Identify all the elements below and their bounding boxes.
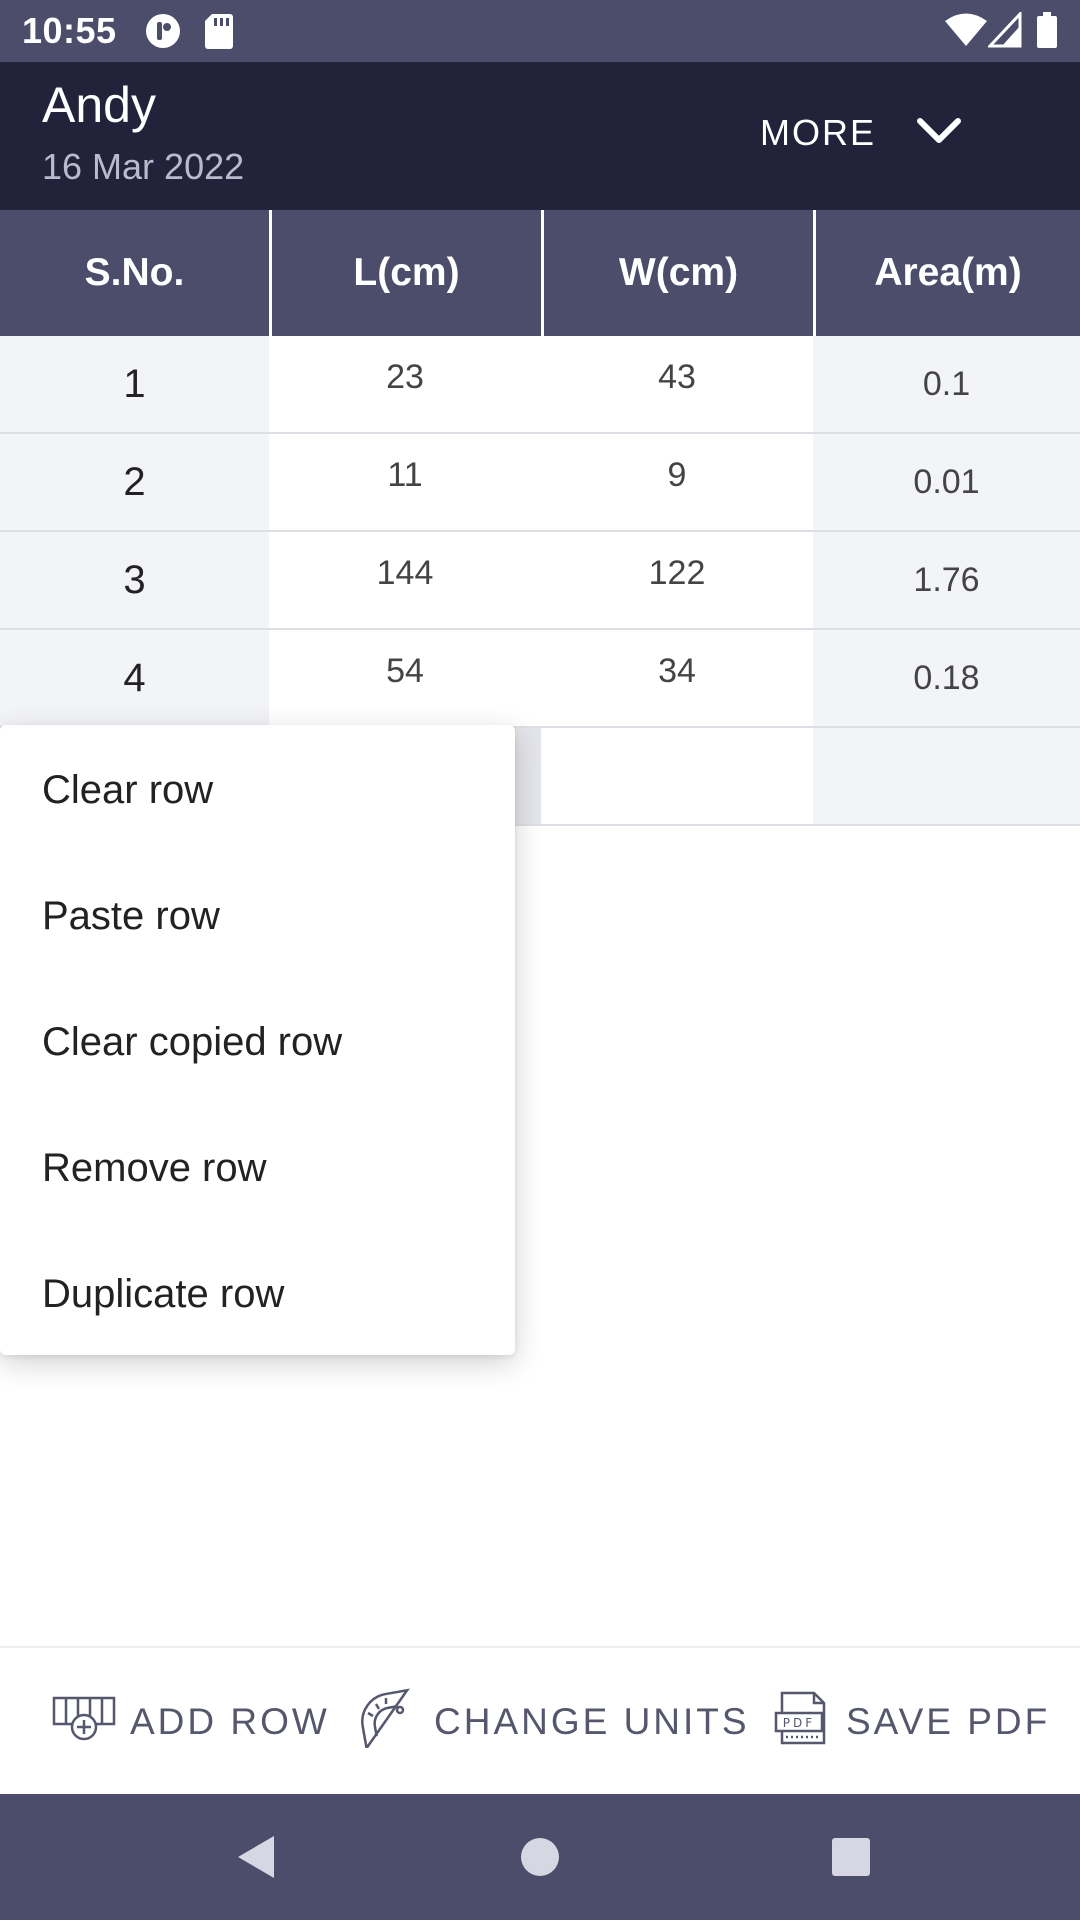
menu-item-remove-row[interactable]: Remove row xyxy=(0,1105,515,1231)
cell-length[interactable]: 54 xyxy=(269,630,541,726)
menu-item-clear-row[interactable]: Clear row xyxy=(0,727,515,853)
chevron-down-icon xyxy=(916,116,962,151)
save-pdf-label: SAVE PDF xyxy=(846,1701,1051,1742)
add-row-icon xyxy=(52,1694,130,1751)
cell-length[interactable]: 144 xyxy=(269,532,541,628)
cell-width[interactable] xyxy=(541,728,813,824)
column-header-width[interactable]: W(cm) xyxy=(541,210,813,336)
cell-length[interactable]: 23 xyxy=(269,336,541,432)
table-row: 1 23 43 0.1 xyxy=(0,336,1080,434)
table-row: 2 11 9 0.01 xyxy=(0,434,1080,532)
cell-sno[interactable]: 1 xyxy=(0,336,269,432)
cell-area xyxy=(813,728,1080,824)
status-bar: 10:55 xyxy=(0,0,1080,62)
svg-text:PDF: PDF xyxy=(783,1716,815,1730)
signal-icon xyxy=(986,10,1022,53)
column-header-sno[interactable]: S.No. xyxy=(0,210,269,336)
cell-width[interactable]: 9 xyxy=(541,434,813,530)
table-row: 3 144 122 1.76 xyxy=(0,532,1080,630)
cell-length[interactable]: 11 xyxy=(269,434,541,530)
save-pdf-button[interactable]: PDF SAVE PDF xyxy=(772,1648,1050,1796)
pdf-file-icon: PDF xyxy=(772,1689,846,1756)
wifi-icon xyxy=(944,12,988,53)
change-units-label: CHANGE UNITS xyxy=(434,1701,750,1742)
status-time: 10:55 xyxy=(22,10,117,51)
page-date: 16 Mar 2022 xyxy=(42,146,245,187)
recents-icon[interactable] xyxy=(830,1832,872,1887)
app-header: Andy 16 Mar 2022 MORE xyxy=(0,62,1080,210)
cell-area: 1.76 xyxy=(813,532,1080,628)
table-header: S.No. L(cm) W(cm) Area(m) xyxy=(0,210,1080,336)
cell-sno[interactable]: 2 xyxy=(0,434,269,530)
protractor-icon xyxy=(356,1687,434,1757)
cell-area: 0.18 xyxy=(813,630,1080,726)
cell-sno[interactable]: 4 xyxy=(0,630,269,726)
back-icon[interactable] xyxy=(234,1832,278,1887)
cell-width[interactable]: 34 xyxy=(541,630,813,726)
menu-item-clear-copied-row[interactable]: Clear copied row xyxy=(0,979,515,1105)
page-title: Andy xyxy=(42,77,156,133)
more-button[interactable]: MORE xyxy=(760,98,1000,168)
row-context-menu: Clear row Paste row Clear copied row Rem… xyxy=(0,725,515,1355)
menu-item-paste-row[interactable]: Paste row xyxy=(0,853,515,979)
podcast-icon xyxy=(144,12,182,55)
change-units-button[interactable]: CHANGE UNITS xyxy=(356,1648,750,1796)
add-row-label: ADD ROW xyxy=(130,1701,330,1742)
system-nav-bar xyxy=(0,1794,1080,1920)
cell-area: 0.01 xyxy=(813,434,1080,530)
table-row: 4 54 34 0.18 xyxy=(0,630,1080,728)
column-header-length[interactable]: L(cm) xyxy=(269,210,541,336)
sd-card-icon xyxy=(204,12,234,55)
battery-icon xyxy=(1036,12,1058,53)
more-label: MORE xyxy=(760,112,876,153)
cell-width[interactable]: 43 xyxy=(541,336,813,432)
bottom-toolbar: ADD ROW CHANGE UNITS PDF SAVE PDF xyxy=(0,1646,1080,1794)
cell-sno[interactable]: 3 xyxy=(0,532,269,628)
add-row-button[interactable]: ADD ROW xyxy=(52,1648,330,1796)
cell-width[interactable]: 122 xyxy=(541,532,813,628)
home-icon[interactable] xyxy=(520,1832,560,1887)
menu-item-duplicate-row[interactable]: Duplicate row xyxy=(0,1231,515,1357)
column-header-area[interactable]: Area(m) xyxy=(813,210,1080,336)
cell-area: 0.1 xyxy=(813,336,1080,432)
